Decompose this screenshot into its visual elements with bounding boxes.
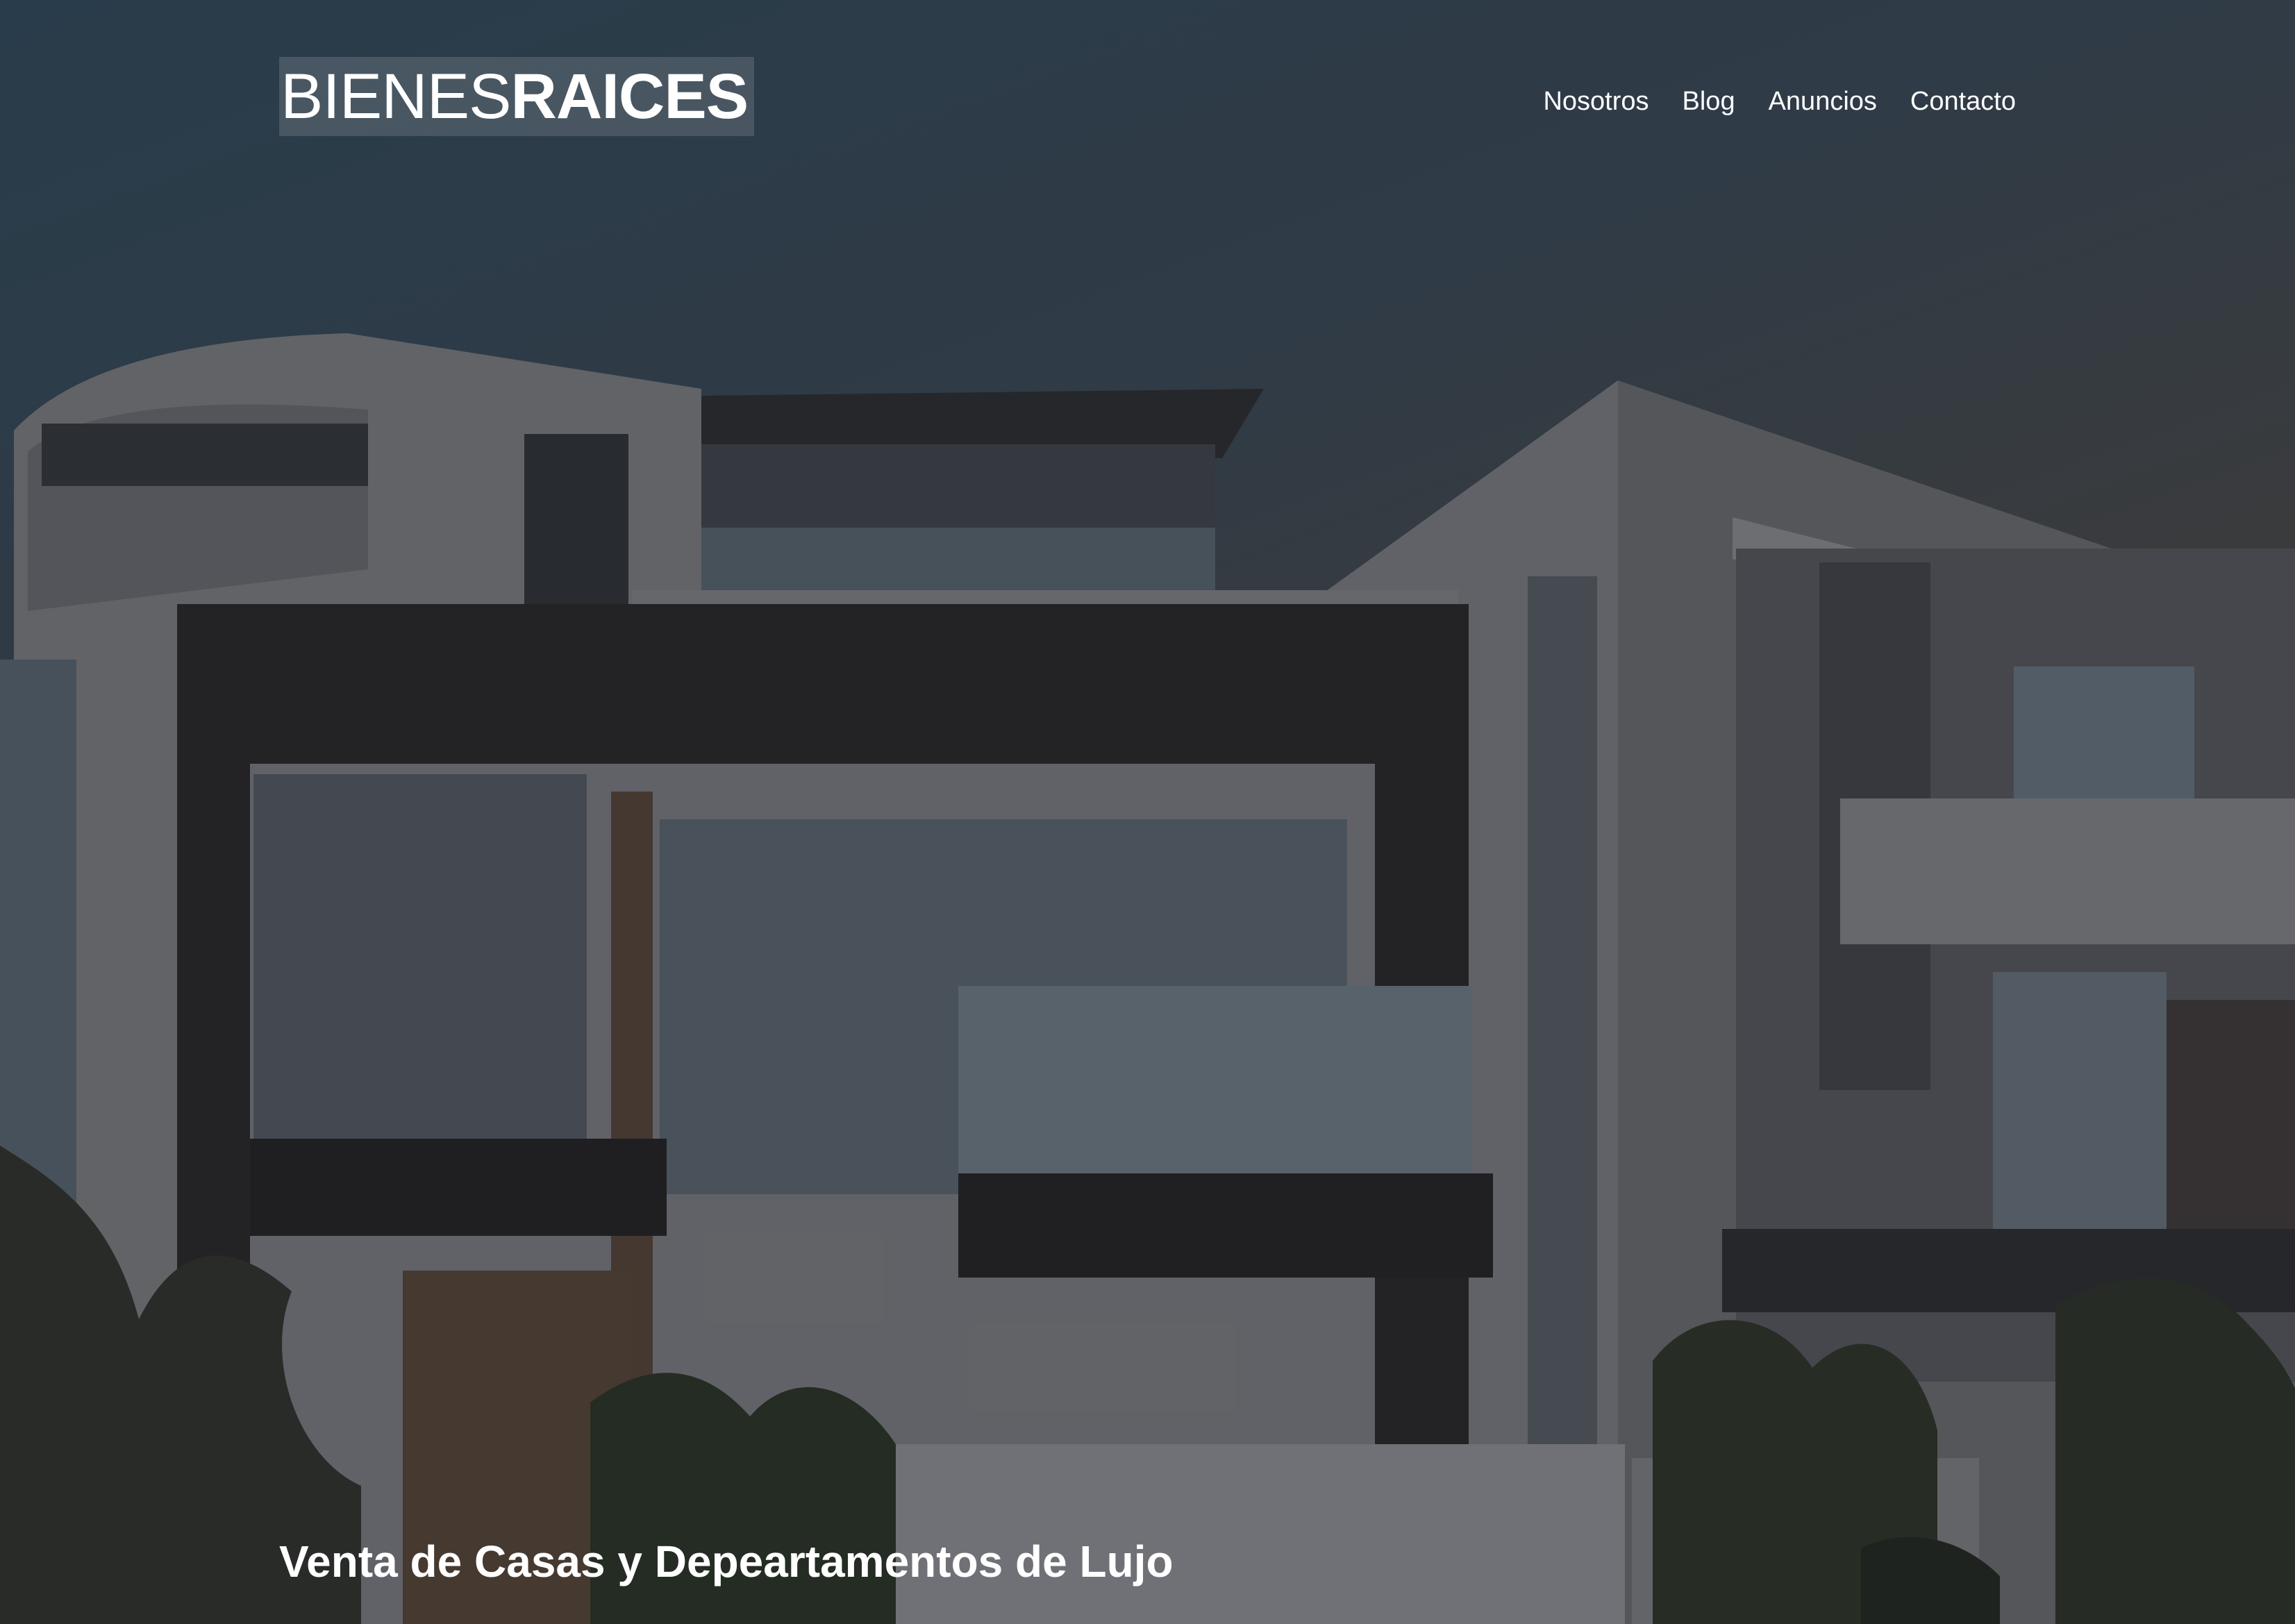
nav-link-nosotros[interactable]: Nosotros (1543, 82, 1649, 121)
hero-section: BIENES RAICES Nosotros Blog Anuncios Cont… (0, 0, 2295, 1624)
nav-link-anuncios[interactable]: Anuncios (1769, 82, 1877, 121)
hero-dark-overlay (0, 0, 2295, 1624)
logo-text-bold: RAICES (510, 61, 749, 132)
nav-link-contacto[interactable]: Contacto (1910, 82, 2016, 121)
site-logo-link[interactable]: BIENES RAICES (279, 57, 754, 136)
site-header: BIENES RAICES Nosotros Blog Anuncios Cont… (0, 0, 2295, 167)
nav-link-blog[interactable]: Blog (1683, 82, 1735, 121)
hero-tagline: Venta de Casas y Depeartamentos de Lujo (279, 1537, 1174, 1587)
main-navigation: Nosotros Blog Anuncios Contacto (1543, 82, 2016, 121)
logo-text-light: BIENES (281, 61, 511, 132)
